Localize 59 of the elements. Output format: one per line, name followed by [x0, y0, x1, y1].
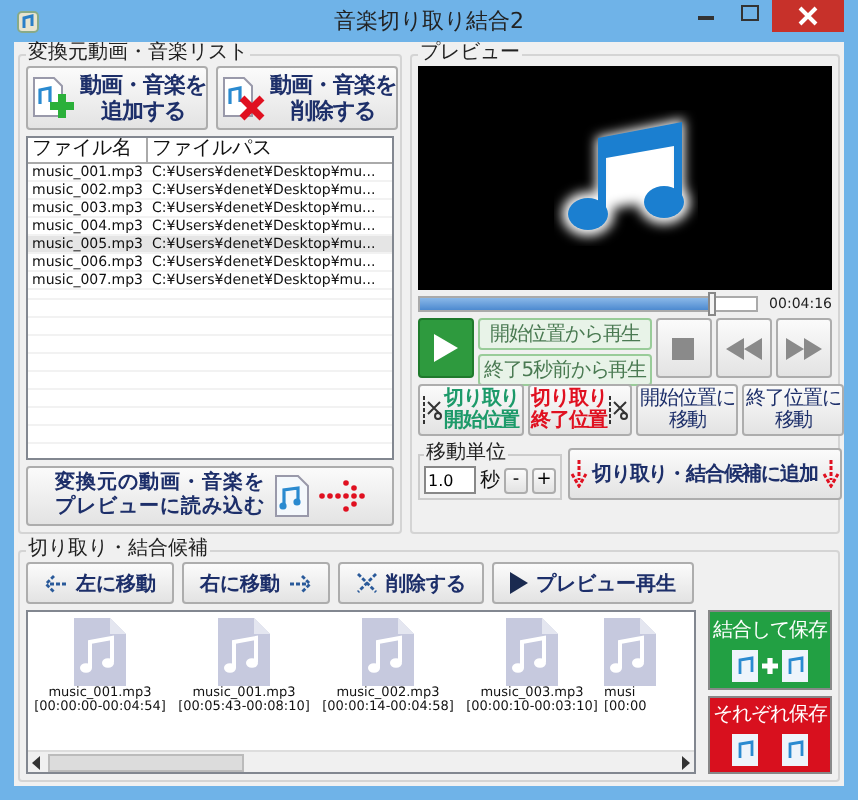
music-file-icon [74, 618, 126, 686]
scissors-icon [608, 394, 629, 426]
delete-file-icon [218, 74, 266, 122]
cut-button[interactable]: 切り取り 終了位置 [527, 384, 633, 436]
music-file-icon [506, 618, 558, 686]
unit-label: 秒 [480, 467, 500, 494]
load-preview-button[interactable]: 変換元の動画・音楽を プレビューに読み込む [26, 466, 394, 526]
play-before-end-button[interactable]: 終了5秒前から再生 [478, 354, 652, 386]
candidate-button[interactable]: 右に移動 [182, 562, 330, 604]
left-arrow-icon [44, 573, 68, 593]
candidate-button[interactable]: 削除する [338, 562, 484, 604]
stop-button[interactable] [655, 318, 712, 378]
slider-thumb[interactable] [707, 292, 716, 316]
dotted-arrow-icon [317, 480, 365, 512]
group-title: プレビュー [418, 42, 522, 66]
close-icon[interactable] [772, 0, 844, 32]
file-button[interactable]: 動画・音楽を 追加する [26, 66, 208, 130]
music-file-icon [218, 618, 270, 686]
decrease-button[interactable]: - [504, 467, 528, 493]
fast-forward-button[interactable] [776, 318, 833, 378]
window-title: 音楽切り取り結合2 [334, 6, 524, 36]
play-icon [432, 332, 460, 364]
seek-slider[interactable] [418, 296, 758, 312]
add-file-icon [28, 74, 76, 122]
down-arrow-icon [821, 460, 840, 488]
play-from-start-button[interactable]: 開始位置から再生 [478, 318, 652, 350]
stop-icon [672, 337, 695, 359]
down-arrow-icon [570, 460, 588, 488]
candidate-button[interactable]: プレビュー再生 [492, 562, 694, 604]
music-file-icon [273, 474, 309, 518]
scissors-icon [422, 394, 442, 426]
cut-button[interactable]: 終了位置に 移動 [742, 384, 845, 436]
add-candidate-button[interactable]: 切り取り・結合候補に追加 [568, 448, 842, 500]
step-input[interactable]: 1.0 [424, 466, 476, 494]
cut-button[interactable]: 開始位置に 移動 [636, 384, 739, 436]
group-title: 切り取り・結合候補 [26, 538, 210, 562]
play-button[interactable] [418, 318, 474, 378]
scroll-left-icon[interactable] [28, 753, 44, 771]
fast-forward-icon [786, 337, 822, 359]
column-header[interactable]: ファイル名 [28, 138, 148, 162]
delete-icon [356, 572, 378, 594]
column-header[interactable]: ファイルパス [148, 138, 392, 162]
rewind-button[interactable] [715, 318, 772, 378]
group-title: 変換元動画・音楽リスト [26, 42, 250, 66]
join-files-icon [730, 647, 810, 684]
group-title: 移動単位 [424, 442, 508, 466]
scroll-right-icon[interactable] [678, 753, 694, 771]
right-arrow-icon [288, 573, 312, 593]
file-button[interactable]: 動画・音楽を 削除する [216, 66, 398, 130]
app-icon [16, 9, 40, 33]
scrollbar[interactable] [28, 750, 694, 772]
candidate-button[interactable]: 左に移動 [26, 562, 174, 604]
two-files-icon [730, 732, 810, 769]
save-button[interactable]: それぞれ保存 [708, 695, 832, 774]
music-file-icon [604, 618, 656, 686]
play-icon [510, 572, 528, 594]
rewind-icon [725, 337, 762, 359]
increase-button[interactable]: + [532, 467, 556, 493]
music-file-icon [362, 618, 414, 686]
